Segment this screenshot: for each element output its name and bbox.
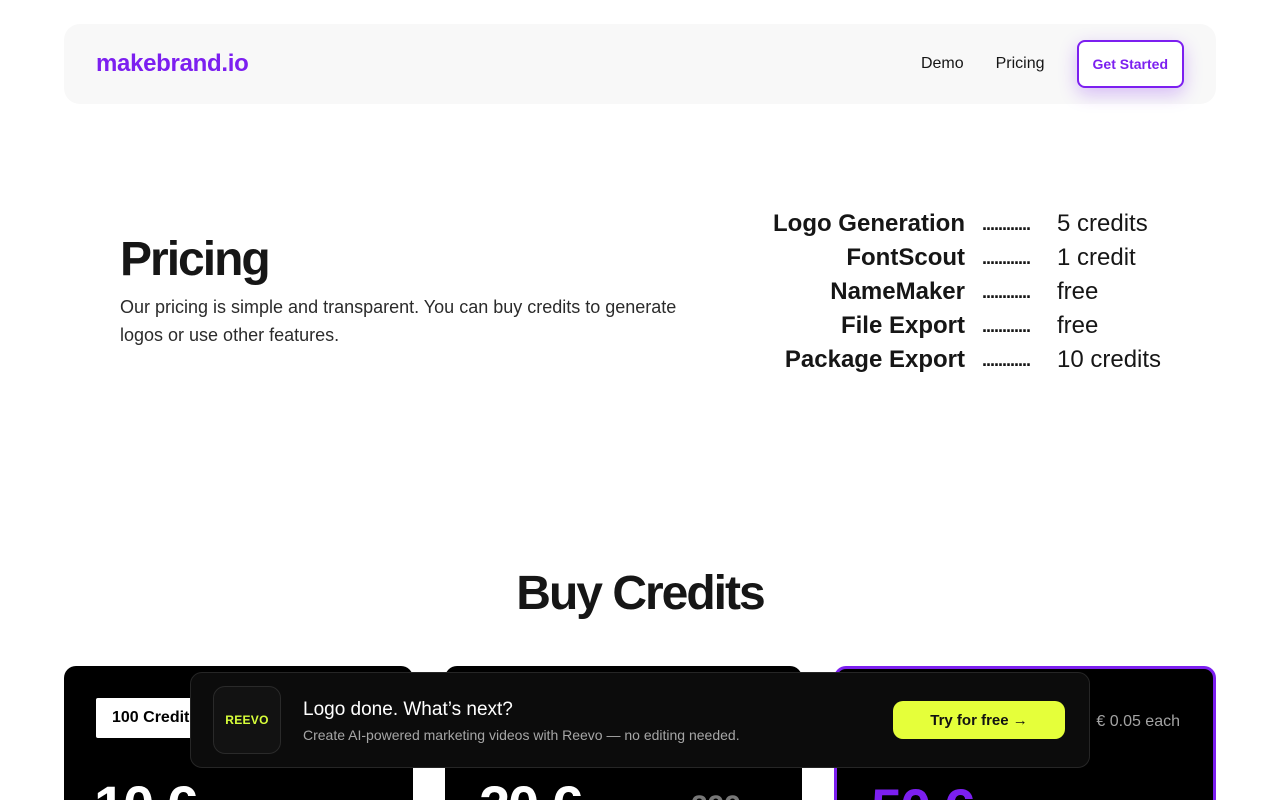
nav-links: Demo Pricing Get Started (921, 40, 1184, 88)
promo-text: Logo done. What’s next? Create AI-powere… (303, 697, 893, 743)
price-row: FontScout ............ 1 credit (760, 241, 1180, 275)
price-row: File Export ............ free (760, 309, 1180, 343)
reevo-promo-banner: REEVO Logo done. What’s next? Create AI-… (190, 672, 1090, 768)
feature-cost: free (1057, 312, 1099, 339)
buy-credits-title: Buy Credits (516, 567, 765, 620)
package-price: 50 € (871, 781, 974, 800)
get-started-button[interactable]: Get Started (1076, 40, 1184, 88)
dot-leader: ............ (982, 213, 1031, 234)
package-price: 20 € (479, 778, 582, 800)
credit-cost-list: Logo Generation ............ 5 credits F… (760, 207, 1180, 377)
feature-cost: 5 credits (1057, 210, 1148, 237)
dot-leader: ............ (982, 281, 1031, 302)
feature-name: Logo Generation (773, 210, 965, 237)
nav-link-pricing[interactable]: Pricing (996, 55, 1045, 73)
feature-cost: 1 credit (1057, 244, 1136, 271)
dot-leader: ............ (982, 247, 1031, 268)
price-per-credit: € 0.05 each (1096, 713, 1180, 730)
feature-name: NameMaker (830, 278, 965, 305)
page-title: Pricing (120, 233, 271, 286)
price-row: Package Export ............ 10 credits (760, 343, 1180, 377)
card-gap (802, 766, 834, 800)
nav-link-demo[interactable]: Demo (921, 55, 964, 73)
feature-cost: 10 credits (1057, 346, 1162, 373)
reevo-logo: REEVO (213, 686, 281, 754)
feature-name: File Export (840, 312, 965, 339)
try-for-free-button[interactable]: Try for free → (893, 701, 1065, 739)
feature-name: FontScout (846, 244, 965, 271)
dot-leader: ............ (982, 315, 1031, 336)
package-price: 10 € (94, 778, 197, 800)
price-row: NameMaker ............ free (760, 275, 1180, 309)
card-gap (413, 766, 445, 800)
feature-cost: free (1057, 278, 1099, 305)
pricing-description: Our pricing is simple and transparent. Y… (120, 297, 677, 345)
promo-title: Logo done. What’s next? (303, 699, 513, 720)
dot-leader: ............ (982, 349, 1031, 370)
feature-name: Package Export (784, 346, 965, 373)
brand-logo[interactable]: makebrand.io (96, 50, 249, 78)
price-row: Logo Generation ............ 5 credits (760, 207, 1180, 241)
navbar: makebrand.io Demo Pricing Get Started (64, 24, 1216, 104)
promo-subtitle: Create AI-powered marketing videos with … (303, 727, 740, 743)
original-price: 299 (691, 790, 741, 800)
